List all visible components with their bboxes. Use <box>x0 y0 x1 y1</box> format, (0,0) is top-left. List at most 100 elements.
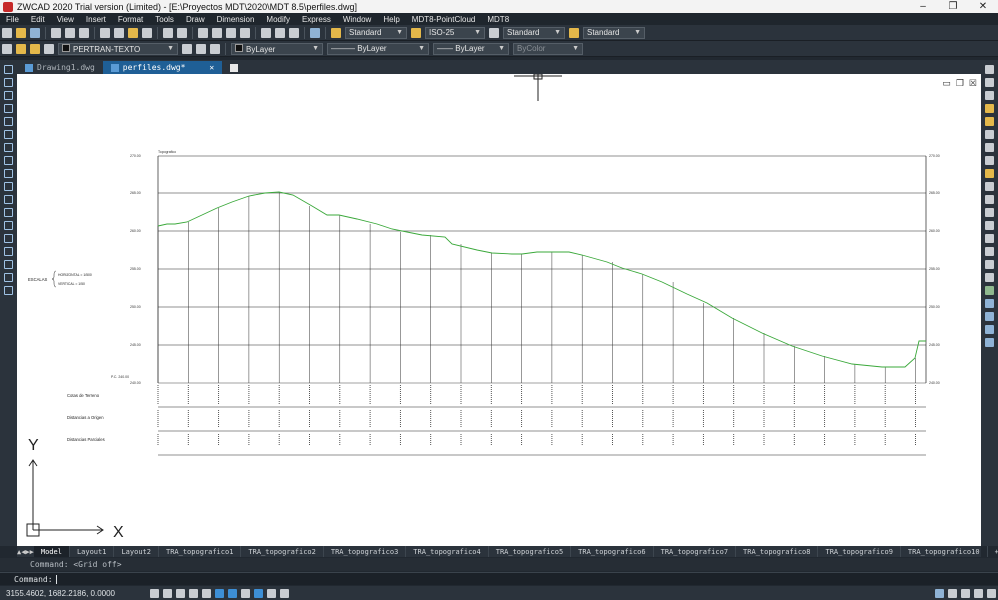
print-preview-icon[interactable] <box>65 27 75 38</box>
viewport-minimize-icon[interactable]: ▭ <box>942 78 951 89</box>
menu-file[interactable]: File <box>0 15 25 24</box>
zoom-realtime-icon[interactable] <box>212 27 222 38</box>
move-icon[interactable] <box>985 130 994 139</box>
layout-tab-tra8[interactable]: TRA_topografico8 <box>736 546 819 557</box>
revision-cloud-icon[interactable] <box>4 156 13 165</box>
multileader-style-dropdown[interactable]: Standard ▼ <box>583 26 645 39</box>
copy-object-icon[interactable] <box>985 78 994 87</box>
rotate-icon[interactable] <box>985 143 994 152</box>
add-layout-button[interactable]: + <box>988 546 998 557</box>
layout-tab-model[interactable]: Model <box>33 546 70 557</box>
tool-palettes-icon[interactable] <box>289 27 299 38</box>
layout-tab-layout2[interactable]: Layout2 <box>114 546 159 557</box>
save-icon[interactable] <box>30 27 40 38</box>
multiline-text-icon[interactable] <box>4 286 13 295</box>
doc-tab-drawing1[interactable]: Drawing1.dwg <box>17 61 103 74</box>
line-icon[interactable] <box>4 65 13 74</box>
help-icon[interactable] <box>310 27 320 38</box>
layout-tab-layout1[interactable]: Layout1 <box>70 546 115 557</box>
clean-screen-icon[interactable] <box>974 588 983 598</box>
undo-icon[interactable] <box>163 27 173 38</box>
layers-panel-icon[interactable] <box>985 312 994 321</box>
viewport-close-icon[interactable]: ☒ <box>969 78 977 89</box>
new-tab-button[interactable] <box>222 61 250 74</box>
menu-view[interactable]: View <box>51 15 80 24</box>
mirror-icon[interactable] <box>985 91 994 100</box>
close-button[interactable]: ✕ <box>968 1 998 12</box>
layout-tab-tra2[interactable]: TRA_topografico2 <box>241 546 324 557</box>
join-icon[interactable] <box>985 221 994 230</box>
extend-icon[interactable] <box>985 195 994 204</box>
plotstyle-dropdown[interactable]: ByColor ▼ <box>513 42 583 55</box>
menu-draw[interactable]: Draw <box>180 15 211 24</box>
layout-tab-tra4[interactable]: TRA_topografico4 <box>406 546 489 557</box>
minimize-button[interactable]: – <box>908 1 938 12</box>
menu-help[interactable]: Help <box>377 15 405 24</box>
zoom-window-icon[interactable] <box>226 27 236 38</box>
menu-tools[interactable]: Tools <box>149 15 180 24</box>
object-snap-tracking-icon[interactable] <box>215 588 224 598</box>
redo-icon[interactable] <box>177 27 187 38</box>
dynamic-ucs-icon[interactable] <box>228 588 237 598</box>
polygon-icon[interactable] <box>4 104 13 113</box>
layout-tab-tra9[interactable]: TRA_topografico9 <box>818 546 901 557</box>
settings-gear-icon[interactable] <box>961 588 970 598</box>
blend-icon[interactable] <box>985 260 994 269</box>
selection-cycling-icon[interactable] <box>280 588 289 598</box>
restore-button[interactable]: ❐ <box>938 1 968 12</box>
doc-tab-perfiles[interactable]: perfiles.dwg* ✕ <box>102 61 223 74</box>
table-icon[interactable] <box>4 273 13 282</box>
open-folder-icon[interactable] <box>16 27 26 38</box>
region-icon[interactable] <box>4 260 13 269</box>
command-input[interactable]: Command: <box>0 572 998 585</box>
circle-icon[interactable] <box>4 143 13 152</box>
pan-icon[interactable] <box>198 27 208 38</box>
menu-format[interactable]: Format <box>112 15 149 24</box>
match-properties-icon[interactable] <box>142 27 152 38</box>
dim-style-dropdown[interactable]: ISO-25 ▼ <box>425 26 485 39</box>
copy-icon[interactable] <box>114 27 124 38</box>
menu-modify[interactable]: Modify <box>260 15 296 24</box>
ellipse-arc-icon[interactable] <box>4 195 13 204</box>
make-current-layer-icon[interactable] <box>182 43 192 54</box>
menu-mdt8[interactable]: MDT8 <box>481 15 515 24</box>
annotation-scale-icon[interactable] <box>935 588 944 598</box>
construction-line-icon[interactable] <box>4 78 13 87</box>
erase-icon[interactable] <box>985 65 994 74</box>
layer-dropdown[interactable]: PERTRAN-TEXTO ▼ <box>58 42 178 55</box>
layout-tab-tra7[interactable]: TRA_topografico7 <box>654 546 737 557</box>
layout-tab-tra3[interactable]: TRA_topografico3 <box>324 546 407 557</box>
viewport-restore-icon[interactable]: ❐ <box>956 78 964 89</box>
grid-icon[interactable] <box>150 588 159 598</box>
menu-insert[interactable]: Insert <box>80 15 112 24</box>
object-snap-icon[interactable] <box>202 588 211 598</box>
print-icon[interactable] <box>51 27 61 38</box>
paste-icon[interactable] <box>128 27 138 38</box>
menu-window[interactable]: Window <box>337 15 377 24</box>
drawing-canvas[interactable]: Topografico 270.00 270.00 265.00 265.00 260.0… <box>17 74 981 546</box>
chamfer-icon[interactable] <box>985 234 994 243</box>
polyline-icon[interactable] <box>4 91 13 100</box>
explode-icon[interactable] <box>985 273 994 282</box>
layout-tab-tra5[interactable]: TRA_topografico5 <box>489 546 572 557</box>
make-block-icon[interactable] <box>4 221 13 230</box>
cut-icon[interactable] <box>100 27 110 38</box>
transparency-icon[interactable] <box>267 588 276 598</box>
ellipse-icon[interactable] <box>4 182 13 191</box>
polar-icon[interactable] <box>189 588 198 598</box>
table-style-dropdown[interactable]: Standard ▼ <box>503 26 565 39</box>
new-file-icon[interactable] <box>2 27 12 38</box>
layer-manager-icon[interactable] <box>2 43 12 54</box>
offset-icon[interactable] <box>985 104 994 113</box>
color-picker-icon[interactable] <box>985 286 994 295</box>
customize-menu-icon[interactable] <box>987 588 996 598</box>
tool-palette-panel-icon[interactable] <box>985 338 994 347</box>
arc-icon[interactable] <box>4 130 13 139</box>
layer-previous-icon[interactable] <box>196 43 206 54</box>
close-tab-icon[interactable]: ✕ <box>209 63 214 72</box>
spline-icon[interactable] <box>4 169 13 178</box>
design-center-icon[interactable] <box>275 27 285 38</box>
palette-icon[interactable] <box>985 299 994 308</box>
point-icon[interactable] <box>4 234 13 243</box>
publish-icon[interactable] <box>79 27 89 38</box>
